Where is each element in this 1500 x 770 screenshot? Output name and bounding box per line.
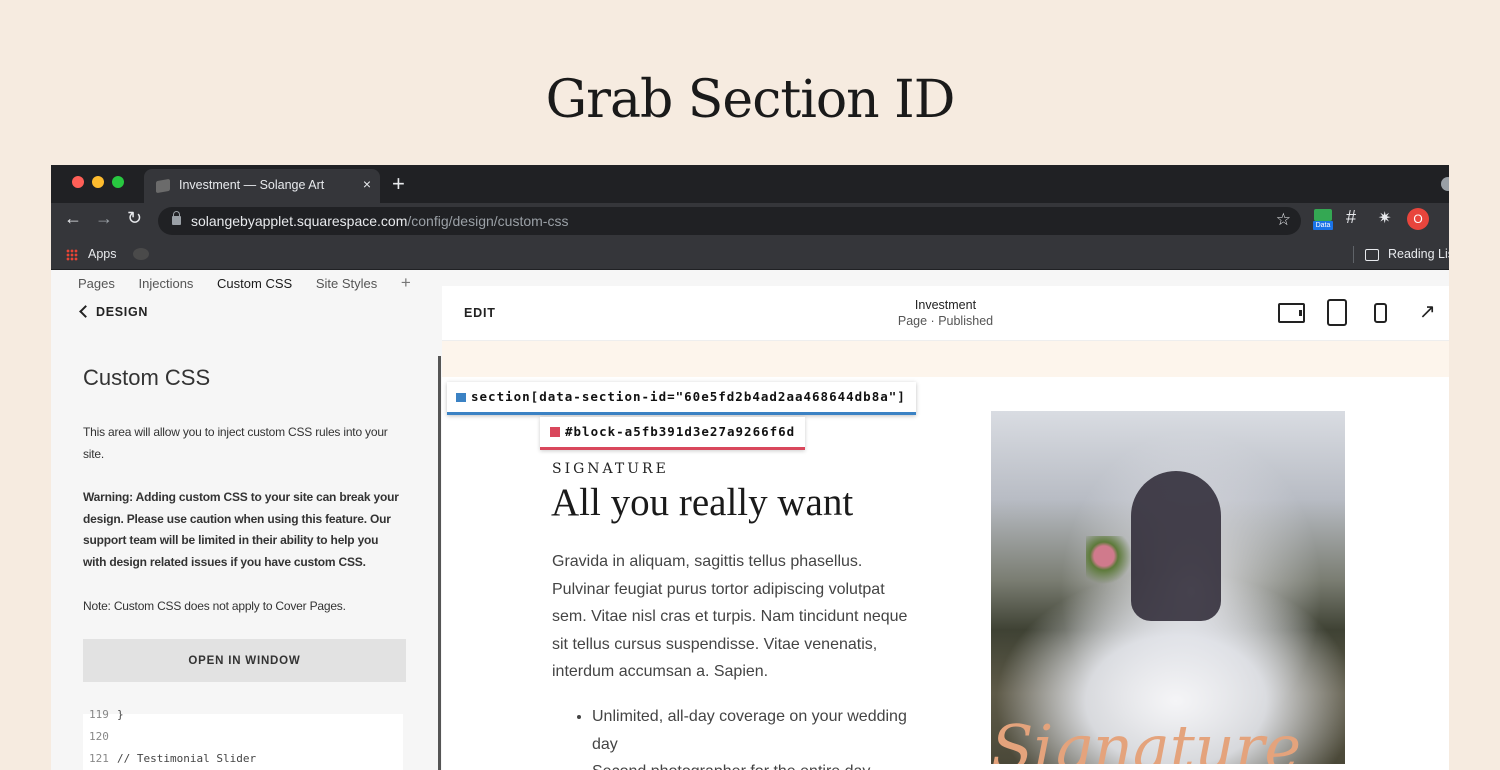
- browser-tab[interactable]: Investment — Solange Art ×: [144, 169, 380, 203]
- close-window-button[interactable]: [72, 176, 84, 188]
- address-bar[interactable]: solangebyapplet.squarespace.com/config/d…: [158, 207, 1301, 235]
- bookmark-favicon-icon[interactable]: [133, 248, 149, 260]
- back-label: DESIGN: [96, 305, 149, 319]
- forward-arrow-icon[interactable]: →: [95, 208, 113, 229]
- squarespace-favicon-icon: [156, 178, 170, 194]
- data-extension-chart: [1314, 209, 1332, 221]
- panel-note: Note: Custom CSS does not apply to Cover…: [83, 599, 346, 613]
- block-id-tag[interactable]: #block-a5fb391d3e27a9266f6d: [540, 417, 806, 450]
- section-id-tag[interactable]: section[data-section-id="60e5fd2b4ad2aa4…: [447, 382, 916, 415]
- section-body: Gravida in aliquam, sagittis tellus phas…: [552, 553, 908, 681]
- back-to-design-link[interactable]: DESIGN: [78, 305, 148, 319]
- maximize-window-button[interactable]: [112, 176, 124, 188]
- browser-window: Investment — Solange Art × + ← → ↻ solan…: [51, 165, 1449, 770]
- line-text: }: [117, 708, 124, 721]
- squarespace-editor: Pages Injections Custom CSS Site Styles …: [51, 270, 1449, 770]
- subnav-custom-css[interactable]: Custom CSS: [217, 276, 292, 291]
- new-tab-button[interactable]: +: [392, 171, 405, 197]
- desktop-view-icon[interactable]: [1278, 303, 1305, 323]
- bookmarks-separator: [1353, 246, 1354, 263]
- minimize-window-button[interactable]: [92, 176, 104, 188]
- reading-list-icon[interactable]: [1365, 249, 1379, 261]
- tab-search-icon[interactable]: [1441, 177, 1449, 191]
- reload-icon[interactable]: ↻: [127, 208, 142, 229]
- data-extension-icon[interactable]: Data: [1313, 209, 1333, 231]
- editor-subnav: Pages Injections Custom CSS Site Styles …: [78, 273, 431, 293]
- mobile-view-icon[interactable]: [1374, 303, 1387, 323]
- url-host: solangebyapplet.squarespace.com: [191, 213, 408, 229]
- extensions-puzzle-icon[interactable]: ✷: [1378, 208, 1391, 228]
- hash-extension-icon[interactable]: #: [1346, 207, 1356, 228]
- header-band: [442, 341, 1449, 377]
- apps-bookmark[interactable]: Apps: [88, 247, 117, 261]
- tablet-view-icon[interactable]: [1327, 299, 1347, 326]
- bookmarks-bar: Apps Reading Lis: [51, 239, 1449, 270]
- line-text: // Testimonial Slider: [117, 752, 257, 765]
- panel-description: This area will allow you to inject custo…: [83, 425, 388, 461]
- page-headline: Grab Section ID: [545, 70, 956, 130]
- open-external-icon[interactable]: ↗: [1419, 299, 1436, 324]
- bouquet-shape: [1086, 536, 1146, 586]
- panel-title: Custom CSS: [83, 365, 211, 390]
- panel-resize-handle[interactable]: [438, 356, 441, 770]
- list-item: Second photographer for the entire day: [592, 758, 912, 770]
- line-number: 121: [89, 752, 109, 765]
- url-text[interactable]: solangebyapplet.squarespace.com/config/d…: [191, 213, 568, 229]
- code-line: 121 // Testimonial Slider: [89, 752, 256, 765]
- subnav-site-styles[interactable]: Site Styles: [316, 276, 377, 291]
- design-panel: Pages Injections Custom CSS Site Styles …: [51, 270, 440, 770]
- site-preview: EDIT Investment Page · Published ↗ SIGNA…: [442, 286, 1449, 770]
- list-item: Unlimited, all-day coverage on your wedd…: [592, 703, 912, 758]
- open-in-window-button[interactable]: OPEN IN WINDOW: [83, 639, 406, 682]
- code-line: 120: [89, 730, 117, 743]
- wedding-photo: Signature: [991, 411, 1345, 764]
- back-arrow-icon[interactable]: ←: [64, 208, 82, 229]
- apps-grid-icon[interactable]: [66, 249, 78, 261]
- panel-warning: Warning: Adding custom CSS to your site …: [83, 490, 399, 570]
- photo-script-text: Signature: [991, 711, 1302, 764]
- url-path: /config/design/custom-css: [407, 213, 569, 229]
- bookmark-star-icon[interactable]: ☆: [1276, 210, 1291, 230]
- feature-list: Unlimited, all-day coverage on your wedd…: [592, 703, 912, 770]
- preview-toolbar: EDIT Investment Page · Published ↗: [442, 286, 1449, 341]
- section-eyebrow: SIGNATURE: [552, 461, 669, 477]
- lock-icon[interactable]: [172, 211, 181, 225]
- reading-list-button[interactable]: Reading Lis: [1388, 247, 1449, 261]
- tab-title: Investment — Solange Art: [179, 178, 325, 192]
- profile-avatar[interactable]: O: [1407, 208, 1429, 230]
- data-extension-label: Data: [1313, 221, 1333, 230]
- subnav-injections[interactable]: Injections: [139, 276, 194, 291]
- css-code-editor[interactable]: 119} 120 121 // Testimonial Slider: [83, 708, 403, 770]
- subnav-add-icon[interactable]: +: [401, 273, 411, 292]
- line-number: 120: [89, 730, 109, 743]
- line-number: 119: [89, 708, 109, 721]
- close-tab-icon[interactable]: ×: [363, 176, 371, 192]
- section-heading: All you really want: [551, 481, 854, 524]
- code-line: 119}: [89, 708, 124, 721]
- chevron-left-icon: [79, 305, 92, 318]
- tab-strip: Investment — Solange Art × +: [51, 165, 1449, 203]
- subnav-pages[interactable]: Pages: [78, 276, 115, 291]
- browser-toolbar: ← → ↻ solangebyapplet.squarespace.com/co…: [51, 203, 1449, 239]
